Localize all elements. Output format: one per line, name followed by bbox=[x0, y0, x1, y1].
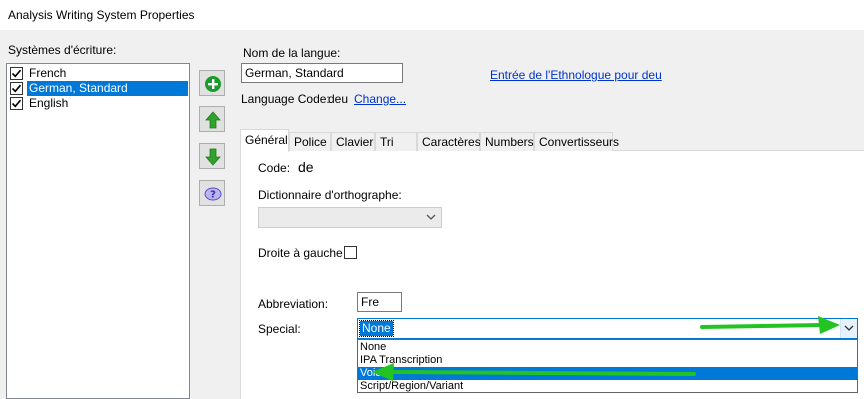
title-bar: Analysis Writing System Properties bbox=[0, 0, 864, 30]
language-code-value: deu bbox=[328, 92, 349, 106]
plus-circle-icon bbox=[205, 76, 221, 92]
arrow-up-icon bbox=[205, 111, 221, 129]
writing-systems-list[interactable]: French German, Standard English bbox=[6, 63, 190, 399]
spelling-dictionary-select[interactable] bbox=[258, 207, 442, 228]
abbreviation-input[interactable]: Fre bbox=[357, 292, 402, 312]
checkbox-german[interactable] bbox=[10, 82, 23, 95]
svg-text:?: ? bbox=[210, 190, 216, 201]
code-value: de bbox=[298, 159, 314, 175]
writing-systems-label: Systèmes d'écriture: bbox=[8, 43, 117, 57]
special-option-voice[interactable]: Voice bbox=[358, 367, 857, 380]
help-icon: ? bbox=[204, 187, 222, 201]
checkbox-english[interactable] bbox=[10, 97, 23, 110]
language-code-label: Language Code: bbox=[241, 92, 330, 106]
chevron-down-icon bbox=[844, 325, 854, 331]
chevron-down-icon bbox=[426, 214, 436, 220]
help-button[interactable]: ? bbox=[199, 180, 225, 206]
check-icon bbox=[11, 69, 22, 78]
special-combobox[interactable]: None bbox=[357, 318, 858, 339]
abbreviation-label: Abbreviation: bbox=[258, 297, 329, 311]
writing-system-label: English bbox=[29, 96, 69, 110]
special-dropdown-list[interactable]: None IPA Transcription Voice Script/Regi… bbox=[357, 339, 858, 393]
check-icon bbox=[11, 99, 22, 108]
checkbox-french[interactable] bbox=[10, 67, 23, 80]
writing-system-item-english[interactable]: English bbox=[8, 96, 188, 111]
writing-system-label: German, Standard bbox=[27, 81, 188, 96]
move-up-button[interactable] bbox=[199, 106, 225, 132]
tab-sort[interactable]: Tri bbox=[375, 132, 417, 151]
window-title: Analysis Writing System Properties bbox=[8, 8, 195, 22]
right-to-left-checkbox[interactable] bbox=[344, 246, 357, 259]
special-selected-value: None bbox=[359, 320, 394, 337]
arrow-down-icon bbox=[205, 148, 221, 166]
check-icon bbox=[11, 84, 22, 93]
code-label: Code: bbox=[258, 161, 291, 175]
ethnologue-link[interactable]: Entrée de l'Ethnologue pour deu bbox=[490, 68, 662, 82]
change-language-link[interactable]: Change... bbox=[354, 92, 406, 106]
writing-system-item-french[interactable]: French bbox=[8, 66, 188, 81]
special-option-none[interactable]: None bbox=[358, 341, 857, 354]
writing-system-item-german[interactable]: German, Standard bbox=[8, 81, 188, 96]
tab-characters[interactable]: Caractères bbox=[417, 132, 481, 151]
special-label: Special: bbox=[258, 322, 301, 336]
tab-numbers[interactable]: Numbers bbox=[480, 132, 534, 151]
tab-keyboard[interactable]: Clavier bbox=[331, 132, 375, 151]
tab-font[interactable]: Police bbox=[289, 132, 331, 151]
right-to-left-label: Droite à gauche bbox=[258, 246, 343, 260]
move-down-button[interactable] bbox=[199, 143, 225, 169]
language-name-label: Nom de la langue: bbox=[243, 46, 341, 60]
tab-general[interactable]: Général bbox=[240, 129, 289, 152]
special-option-script-region-variant[interactable]: Script/Region/Variant bbox=[358, 380, 857, 393]
spelling-dictionary-label: Dictionnaire d'orthographe: bbox=[258, 188, 402, 202]
writing-system-label: French bbox=[29, 66, 67, 80]
tab-converters[interactable]: Convertisseurs bbox=[534, 132, 619, 151]
special-dropdown-button[interactable] bbox=[840, 319, 857, 338]
special-option-ipa[interactable]: IPA Transcription bbox=[358, 354, 857, 367]
add-writing-system-button[interactable] bbox=[199, 70, 225, 96]
language-name-input[interactable]: German, Standard bbox=[241, 63, 403, 83]
